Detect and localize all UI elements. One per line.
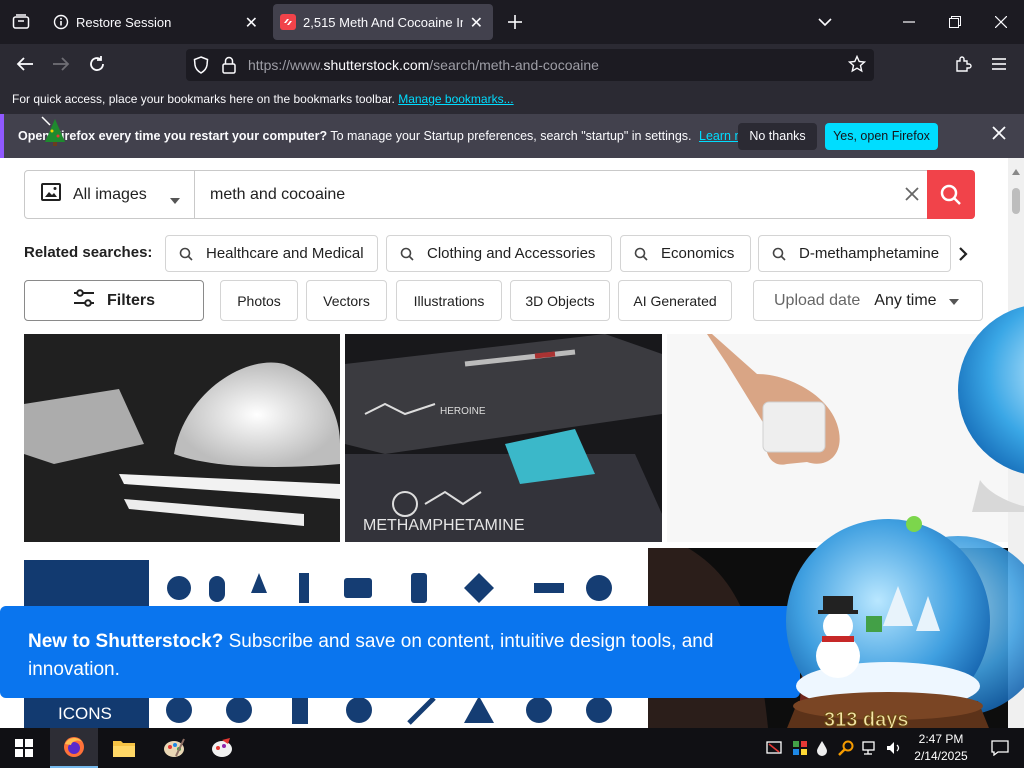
chip-label: Healthcare and Medical: [206, 245, 364, 262]
yes-open-firefox-button[interactable]: Yes, open Firefox: [825, 123, 938, 150]
upload-date-label: Upload date: [774, 291, 861, 309]
windows-taskbar: 2:47 PM 2/14/2025: [0, 728, 1024, 768]
tray-color-icon[interactable]: [788, 728, 812, 768]
filter-vectors[interactable]: Vectors: [306, 280, 387, 321]
chip-label: Economics: [661, 245, 735, 262]
filter-ai-generated[interactable]: AI Generated: [618, 280, 732, 321]
clock-time: 2:47 PM: [918, 732, 964, 746]
methamphetamine-text: METHAMPHETAMINE: [363, 517, 524, 534]
filter-illustrations[interactable]: Illustrations: [396, 280, 502, 321]
upload-date-value: Any time: [874, 291, 937, 309]
windows-start-icon[interactable]: [0, 728, 48, 768]
image-type-select[interactable]: All images: [25, 171, 195, 218]
image-result[interactable]: HEROINE METHAMPHETAMINE: [345, 334, 662, 542]
image-type-label: All images: [73, 185, 147, 203]
close-notification-icon[interactable]: [992, 126, 1006, 143]
search-input[interactable]: meth and cocoaine: [210, 186, 345, 204]
search-button[interactable]: [927, 170, 975, 219]
notification-message: Open Firefox every time you restart your…: [18, 129, 763, 143]
image-icon: [41, 183, 61, 206]
tab-restore-session[interactable]: Restore Session ✕: [46, 4, 268, 40]
new-tab-icon[interactable]: [492, 0, 538, 44]
related-chip-d-methamphetamine[interactable]: D-methamphetamine: [758, 235, 951, 272]
file-explorer-icon[interactable]: [100, 728, 148, 768]
filter-photos[interactable]: Photos: [220, 280, 298, 321]
paint-icon[interactable]: [150, 728, 198, 768]
tab-shutterstock[interactable]: 2,515 Meth And Cocoaine Imag ✕: [273, 4, 493, 40]
icons-label: ICONS: [58, 704, 112, 723]
filters-label: Filters: [106, 291, 155, 309]
volume-icon[interactable]: [882, 728, 906, 768]
clock-date: 2/14/2025: [914, 749, 968, 763]
scrollbar-thumb[interactable]: [1012, 188, 1020, 214]
related-chip-clothing[interactable]: Clothing and Accessories: [386, 235, 612, 272]
url-path: /search/meth-and-cocoaine: [429, 57, 599, 73]
search-box: All images meth and cocoaine: [24, 170, 975, 219]
image-result[interactable]: [24, 334, 340, 542]
scroll-up-icon[interactable]: [1012, 162, 1020, 180]
snow-globe-widget-small: [952, 300, 1024, 512]
default-browser-notification: Open Firefox every time you restart your…: [0, 114, 1024, 158]
chevron-right-icon[interactable]: [958, 247, 968, 266]
tab-strip: Restore Session ✕ 2,515 Meth And Cocoain…: [0, 0, 1024, 44]
menu-hamburger-icon[interactable]: [976, 44, 1022, 84]
close-window-icon[interactable]: [978, 0, 1024, 44]
url-text[interactable]: https://www.shutterstock.com/search/meth…: [248, 57, 599, 73]
christmas-tree-cursor-icon: [40, 116, 70, 151]
bookmark-star-icon[interactable]: [847, 54, 867, 78]
chevron-down-icon[interactable]: [802, 0, 848, 44]
notification-center-icon[interactable]: [976, 728, 1024, 768]
url-prefix: https://www.: [248, 57, 324, 73]
chip-label: D-methamphetamine: [799, 245, 940, 262]
subscribe-banner[interactable]: New to Shutterstock? Subscribe and save …: [0, 606, 800, 698]
snow-globe-widget: 313 days: [778, 516, 1024, 738]
banner-bold: New to Shutterstock?: [28, 631, 224, 652]
tab-label: Restore Session: [76, 14, 172, 30]
bookmarks-toolbar: For quick access, place your bookmarks h…: [0, 84, 1024, 114]
network-icon[interactable]: [858, 728, 882, 768]
tray-search-icon[interactable]: [834, 728, 858, 768]
close-tab-icon[interactable]: ✕: [245, 13, 258, 33]
lock-icon[interactable]: [222, 56, 236, 79]
search-icon: [387, 247, 427, 261]
related-chip-healthcare[interactable]: Healthcare and Medical: [165, 235, 378, 272]
minimize-icon[interactable]: [886, 0, 932, 44]
search-icon: [759, 247, 799, 261]
tab-label: 2,515 Meth And Cocoaine Imag: [303, 14, 463, 30]
clear-search-icon[interactable]: [905, 187, 919, 206]
manage-bookmarks-link[interactable]: Manage bookmarks...: [398, 92, 513, 106]
search-icon: [940, 184, 961, 205]
tray-security-icon[interactable]: [762, 728, 786, 768]
reload-icon[interactable]: [74, 44, 120, 84]
search-icon: [621, 247, 661, 261]
shutterstock-favicon-icon: [273, 14, 303, 30]
paint-3d-icon[interactable]: [198, 728, 246, 768]
heroine-text: HEROINE: [440, 406, 486, 417]
upload-date-select[interactable]: Upload date Any time: [753, 280, 983, 321]
restore-icon[interactable]: [932, 0, 978, 44]
shield-icon[interactable]: [193, 56, 209, 79]
info-icon: [46, 14, 76, 30]
chip-label: Clothing and Accessories: [427, 245, 596, 262]
close-tab-icon[interactable]: ✕: [470, 13, 483, 33]
search-icon: [166, 247, 206, 261]
filter-3d-objects[interactable]: 3D Objects: [510, 280, 610, 321]
related-searches-label: Related searches:: [24, 244, 153, 261]
url-domain: shutterstock.com: [323, 57, 430, 73]
taskbar-clock[interactable]: 2:47 PM 2/14/2025: [908, 731, 974, 765]
url-bar[interactable]: https://www.shutterstock.com/search/meth…: [186, 49, 874, 81]
sliders-icon: [73, 289, 95, 312]
tray-droplet-icon[interactable]: [810, 728, 834, 768]
bookmarks-hint: For quick access, place your bookmarks h…: [12, 92, 395, 106]
filters-button[interactable]: Filters: [24, 280, 204, 321]
firefox-taskbar-icon[interactable]: [50, 728, 98, 768]
no-thanks-button[interactable]: No thanks: [738, 123, 817, 150]
navigation-bar: https://www.shutterstock.com/search/meth…: [0, 44, 1024, 84]
tab-list-icon[interactable]: [0, 0, 42, 44]
notification-text: To manage your Startup preferences, sear…: [330, 129, 692, 143]
caret-down-icon: [170, 191, 180, 209]
related-chip-economics[interactable]: Economics: [620, 235, 751, 272]
